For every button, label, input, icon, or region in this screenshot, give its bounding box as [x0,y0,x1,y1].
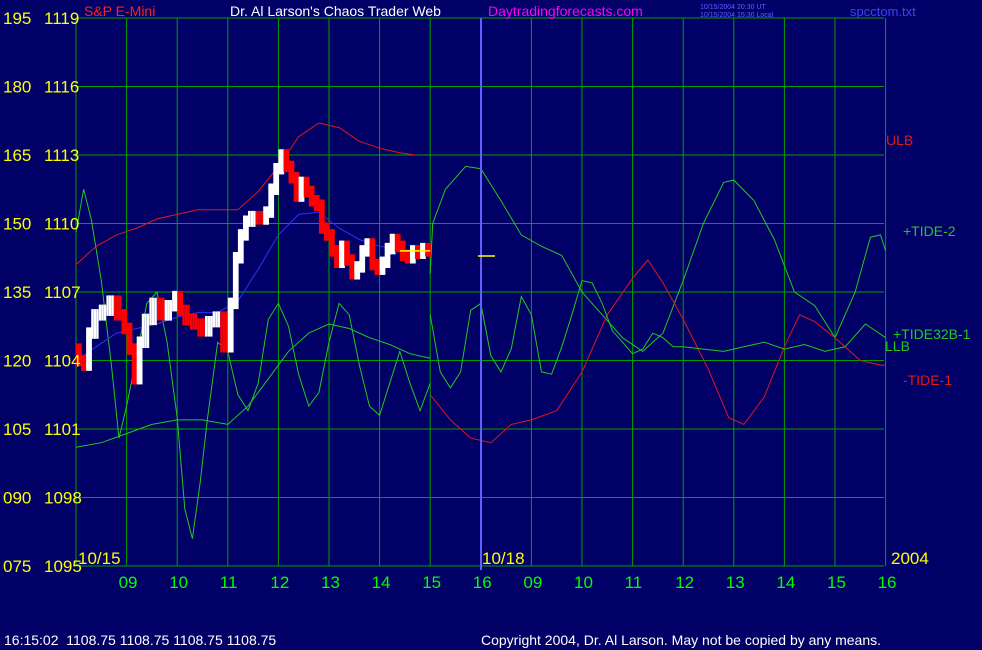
x-tick-label: 12 [270,573,289,592]
price-bar-down [116,295,119,321]
price-bar-down [159,297,162,321]
timestamp-local: 10/15/2004 15:30 Local [700,12,774,19]
price-bar-up [154,297,157,326]
price-bar-down [225,311,228,353]
price-bar-down [255,210,258,225]
price-bar-up [250,210,253,227]
filename-label: spcctom.txt [850,4,916,19]
x-tick-label: 10 [169,573,188,592]
price-bar-up [106,295,109,316]
price-bar-down [184,304,188,326]
y-tick-label-outer: 150 [3,215,31,234]
y-tick-label-price: 1107 [44,283,81,302]
price-bar-up [210,316,213,337]
date-label-start: 10/15 [78,549,121,568]
y-tick-label-outer: 180 [3,78,31,97]
y-tick-label-outer: 135 [3,283,31,302]
x-tick-label: 09 [523,573,542,592]
y-tick-label-price: 1098 [44,489,82,508]
x-tick-label: 10 [574,573,593,592]
price-bar-down [192,313,195,330]
date-label-year: 2004 [891,549,929,568]
price-bar-up [207,316,210,337]
x-tick-label: 16 [473,573,492,592]
price-bar-up [212,311,215,328]
x-tick-label: 14 [776,573,795,592]
y-tick-label-price: 1095 [44,557,82,576]
footer-quote: 16:15:02 1108.75 1108.75 1108.75 1108.75 [4,632,276,648]
series-label-tide-1: -TIDE-1 [903,372,952,388]
y-tick-label-outer: 075 [3,557,31,576]
y-tick-label-price: 1101 [44,420,81,439]
price-bar-down [260,210,264,225]
price-bar-up [93,309,97,339]
price-bar-down [119,295,122,321]
y-tick-label-price: 1104 [44,352,81,371]
price-bar-up [141,313,145,348]
price-bar-down [162,297,165,321]
y-tick-label-price: 1119 [44,9,79,28]
price-bar-up [103,304,107,321]
y-tick-label-outer: 165 [3,146,31,165]
price-bar-up [248,210,251,227]
price-bar-up [91,309,94,339]
price-bar-up [151,297,155,326]
price-bar-up [98,304,102,321]
price-bar-up [111,295,114,316]
y-tick-label-outer: 105 [3,420,31,439]
price-bar-down [197,318,200,337]
price-bar-up [144,313,147,348]
x-tick-label: 16 [878,573,897,592]
x-tick-label: 13 [726,573,745,592]
x-tick-label: 09 [119,573,138,592]
price-bar-down [428,242,431,257]
y-tick-label-price: 1113 [44,146,79,165]
price-bar-down [157,297,160,321]
price-bar-up [205,316,208,337]
y-tick-label-outer: 090 [3,489,31,508]
x-tick-label: 13 [321,573,340,592]
price-bar-down [202,318,205,337]
price-bar-down [189,313,193,330]
price-bar-down [222,311,226,353]
price-bar-up [108,295,112,316]
price-bar-down [187,304,190,326]
x-tick-label: 15 [827,573,846,592]
site-url-link[interactable]: Daytradingforecasts.com [488,3,643,19]
price-bar-down [200,318,203,337]
y-tick-label-price: 1110 [44,215,79,234]
price-bar-up [253,210,256,227]
price-bar-up [149,297,152,326]
x-tick-label: 11 [625,573,643,592]
price-bar-up [167,300,170,321]
date-label-mid: 10/18 [482,549,525,568]
x-tick-label: 15 [422,573,441,592]
price-bar-up [215,311,218,328]
site-title: Dr. Al Larson's Chaos Trader Web [230,3,441,19]
timestamp-ut: 10/15/2004 20:30 UT [700,4,766,11]
footer-copyright: Copyright 2004, Dr. Al Larson. May not b… [481,632,881,648]
x-tick-label: 14 [372,573,391,592]
x-tick-label: 11 [220,573,238,592]
price-bar-up [164,300,167,321]
price-bar-down [114,295,117,321]
x-tick-label: 12 [675,573,694,592]
chart-canvas: S&P E-Mini Dr. Al Larson's Chaos Trader … [0,0,982,650]
price-bar-up [146,313,150,348]
series-label-tide-2: +TIDE-2 [903,223,956,239]
price-bar-down [220,311,223,353]
y-tick-label-outer: 120 [3,352,31,371]
series-label-llb: LLB [885,338,910,354]
price-bar-down [182,304,185,326]
price-bar-up [217,311,221,328]
instrument-label: S&P E-Mini [84,3,155,19]
y-tick-label-outer: 195 [3,9,31,28]
price-bar-down [194,313,198,330]
y-tick-label-price: 1116 [44,78,79,97]
price-bar-up [169,300,172,321]
price-bar-up [101,304,104,321]
price-bar-down [258,210,261,225]
price-bar-up [96,309,99,339]
series-label-ulb: ULB [886,132,913,148]
